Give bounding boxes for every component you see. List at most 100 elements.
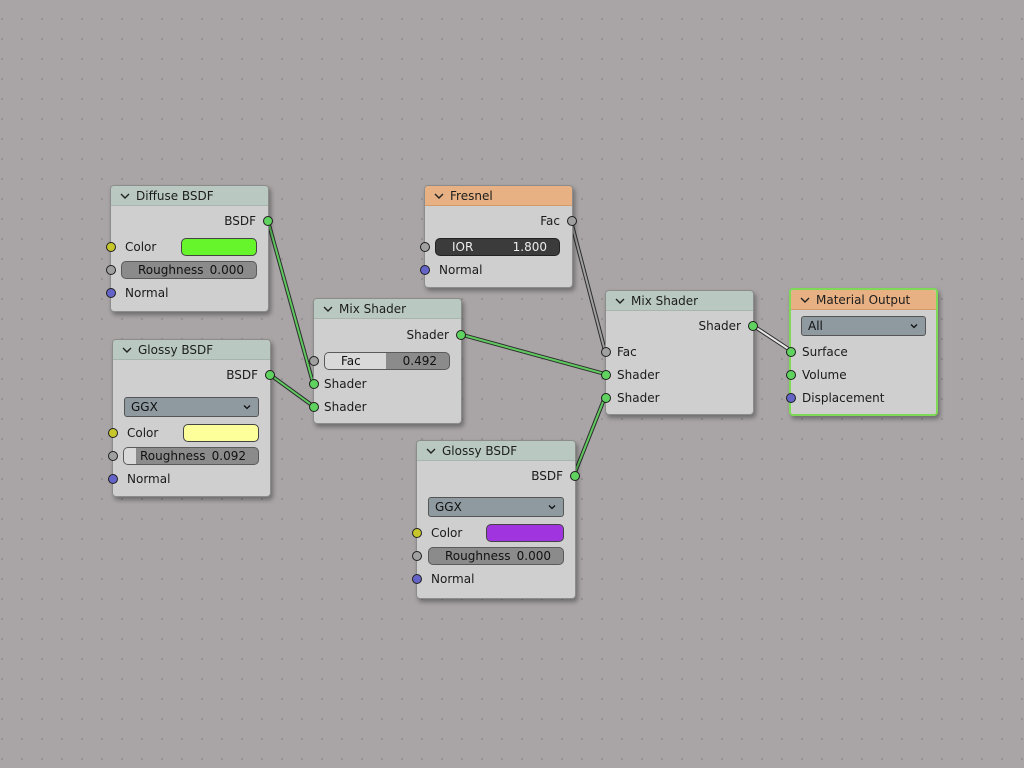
output-row: Fac — [425, 211, 577, 231]
fac-slider[interactable]: Fac 0.492 — [324, 352, 450, 370]
distribution-dropdown[interactable]: GGX — [124, 397, 259, 417]
shader-b-label: Shader — [324, 400, 367, 414]
volume-socket[interactable] — [786, 370, 796, 380]
output-row: BSDF — [417, 466, 580, 486]
node-mix-shader-1[interactable]: Mix Shader Shader Fac 0.492 Shader Shade… — [309, 298, 466, 424]
roughness-row: Roughness 0.000 — [106, 260, 268, 280]
normal-socket[interactable] — [106, 288, 116, 298]
output-socket[interactable] — [265, 370, 275, 380]
roughness-socket[interactable] — [106, 265, 116, 275]
normal-label: Normal — [431, 572, 475, 586]
node-mix-shader-2[interactable]: Mix Shader Shader Fac Shader Shader — [601, 290, 758, 415]
chevron-down-icon[interactable] — [425, 445, 437, 457]
shader-a-socket[interactable] — [309, 379, 319, 389]
normal-socket[interactable] — [412, 574, 422, 584]
node-header[interactable]: Glossy BSDF — [417, 441, 575, 461]
node-header[interactable]: Mix Shader — [606, 291, 753, 311]
output-row: BSDF — [113, 365, 275, 385]
output-socket[interactable] — [567, 216, 577, 226]
fac-socket[interactable] — [601, 347, 611, 357]
displacement-socket[interactable] — [786, 393, 796, 403]
shader-b-socket[interactable] — [601, 393, 611, 403]
normal-label: Normal — [127, 472, 171, 486]
output-socket[interactable] — [748, 321, 758, 331]
color-swatch[interactable] — [486, 524, 564, 542]
node-diffuse-bsdf[interactable]: Diffuse BSDF BSDF Color Roughness 0.000 … — [106, 185, 273, 312]
output-row: Shader — [606, 316, 758, 336]
output-socket[interactable] — [456, 330, 466, 340]
roughness-value: 0.092 — [211, 449, 246, 463]
roughness-label: Roughness — [138, 263, 204, 277]
distribution-value: GGX — [435, 500, 462, 514]
chevron-down-icon[interactable] — [799, 294, 811, 306]
shader-a-label: Shader — [324, 377, 367, 391]
ior-socket[interactable] — [420, 242, 430, 252]
color-row: Color — [106, 237, 268, 257]
fac-value: 0.492 — [402, 354, 437, 368]
node-header[interactable]: Diffuse BSDF — [111, 186, 268, 206]
roughness-label: Roughness — [445, 549, 511, 563]
shader-b-row: Shader — [309, 397, 461, 417]
normal-label: Normal — [125, 286, 169, 300]
node-material-output[interactable]: Material Output All Surface Volume Displ… — [786, 288, 938, 416]
normal-label: Normal — [439, 263, 483, 277]
target-dropdown[interactable]: All — [801, 316, 926, 336]
displacement-label: Displacement — [802, 391, 885, 405]
fac-socket[interactable] — [309, 356, 319, 366]
ior-label: IOR — [452, 240, 474, 254]
volume-label: Volume — [802, 368, 847, 382]
fac-label: Fac — [617, 345, 637, 359]
shader-b-label: Shader — [617, 391, 660, 405]
node-fresnel[interactable]: Fresnel Fac IOR 1.800 Normal — [420, 185, 577, 288]
color-label: Color — [127, 426, 159, 440]
output-socket[interactable] — [570, 471, 580, 481]
color-socket[interactable] — [412, 528, 422, 538]
roughness-socket[interactable] — [412, 551, 422, 561]
link-diffuse-to-mix1 — [266, 219, 315, 385]
distribution-dropdown[interactable]: GGX — [428, 497, 564, 517]
color-swatch[interactable] — [183, 424, 259, 442]
node-header[interactable]: Glossy BSDF — [113, 340, 270, 360]
chevron-down-icon[interactable] — [433, 190, 445, 202]
target-value: All — [808, 319, 823, 333]
normal-row: Normal — [108, 469, 270, 489]
fac-row: Fac — [601, 342, 753, 362]
color-socket[interactable] — [108, 428, 118, 438]
surface-socket[interactable] — [786, 347, 796, 357]
ior-field[interactable]: IOR 1.800 — [435, 238, 560, 256]
shader-a-socket[interactable] — [601, 370, 611, 380]
color-row: Color — [108, 423, 270, 443]
surface-row: Surface — [786, 342, 936, 362]
shader-b-socket[interactable] — [309, 402, 319, 412]
color-row: Color — [412, 523, 575, 543]
node-glossy-bsdf-1[interactable]: Glossy BSDF BSDF GGX Color Roughness 0.0… — [108, 339, 275, 497]
normal-socket[interactable] — [420, 265, 430, 275]
volume-row: Volume — [786, 365, 936, 385]
chevron-down-icon[interactable] — [322, 303, 334, 315]
ior-row: IOR 1.800 — [420, 237, 572, 257]
color-label: Color — [431, 526, 463, 540]
roughness-value: 0.000 — [209, 263, 244, 277]
chevron-down-icon[interactable] — [121, 344, 133, 356]
output-row: BSDF — [111, 211, 273, 231]
chevron-down-icon — [243, 405, 251, 410]
color-swatch[interactable] — [181, 238, 257, 256]
roughness-socket[interactable] — [108, 451, 118, 461]
normal-socket[interactable] — [108, 474, 118, 484]
node-header[interactable]: Mix Shader — [314, 299, 461, 319]
chevron-down-icon[interactable] — [614, 295, 626, 307]
link-glossy2-to-mix2 — [572, 395, 607, 477]
node-glossy-bsdf-2[interactable]: Glossy BSDF BSDF GGX Color Roughness 0.0… — [412, 440, 580, 599]
node-header[interactable]: Material Output — [791, 290, 936, 310]
color-socket[interactable] — [106, 242, 116, 252]
output-socket[interactable] — [263, 216, 273, 226]
output-label: BSDF — [224, 214, 256, 228]
roughness-slider[interactable]: Roughness 0.000 — [428, 547, 564, 565]
color-label: Color — [125, 240, 157, 254]
node-title: Material Output — [816, 292, 911, 307]
roughness-slider[interactable]: Roughness 0.092 — [123, 447, 259, 465]
node-title: Glossy BSDF — [442, 443, 518, 458]
roughness-slider[interactable]: Roughness 0.000 — [121, 261, 257, 279]
chevron-down-icon[interactable] — [119, 190, 131, 202]
node-header[interactable]: Fresnel — [425, 186, 572, 206]
